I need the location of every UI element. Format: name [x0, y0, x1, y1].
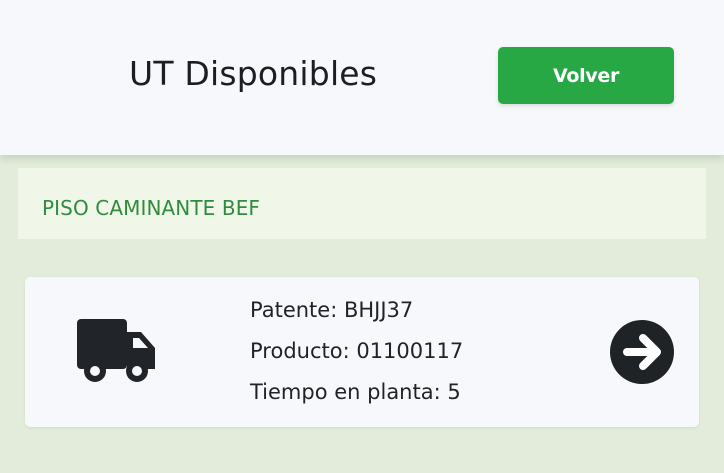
unit-tiempo-en-planta: Tiempo en planta: 5 — [250, 380, 461, 404]
back-button[interactable]: Volver — [498, 47, 674, 104]
arrow-right-circle-icon[interactable] — [610, 320, 674, 384]
section-banner: PISO CAMINANTE BEF — [18, 168, 706, 239]
section-title: PISO CAMINANTE BEF — [42, 196, 261, 220]
app-header: UT Disponibles Volver — [0, 0, 724, 155]
unit-producto: Producto: 01100117 — [250, 339, 464, 363]
page-title: UT Disponibles — [129, 54, 378, 93]
unit-patente: Patente: BHJJ37 — [250, 298, 414, 322]
truck-icon — [77, 319, 157, 383]
unit-card[interactable]: Patente: BHJJ37 Producto: 01100117 Tiemp… — [25, 277, 699, 427]
